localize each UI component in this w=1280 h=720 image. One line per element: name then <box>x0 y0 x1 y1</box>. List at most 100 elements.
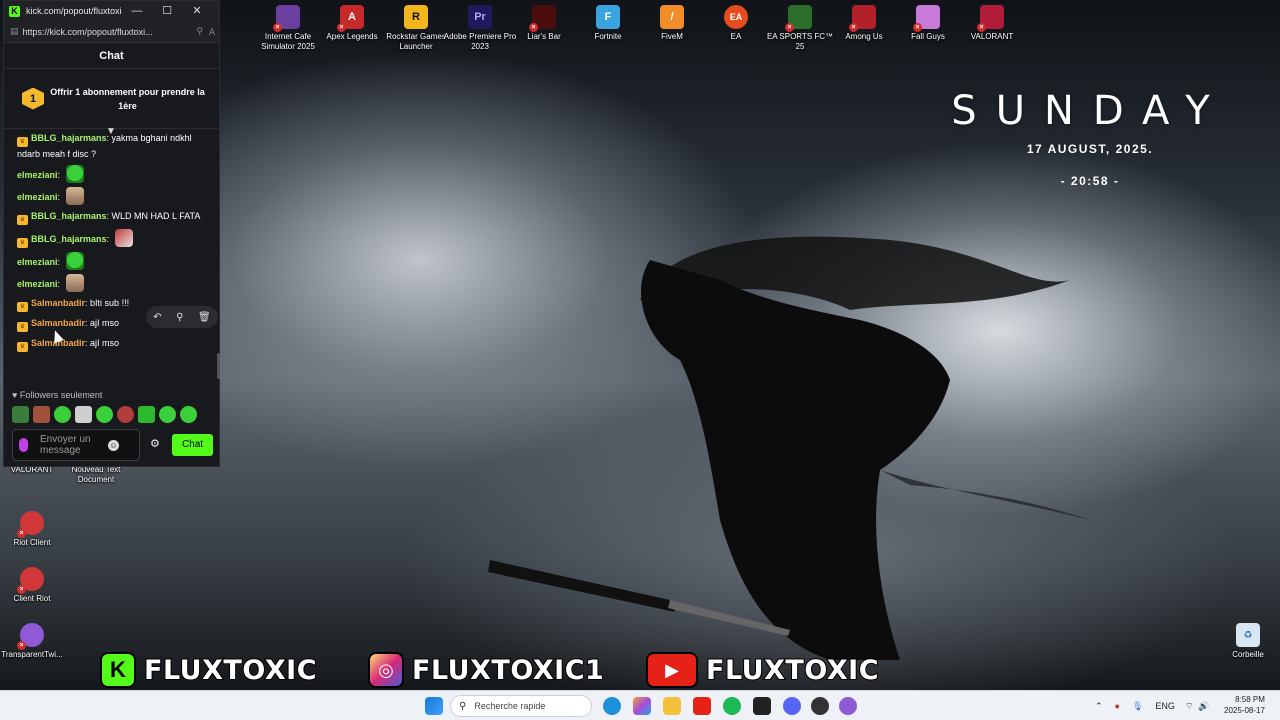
tray-mic-icon[interactable]: 🎙 <box>1132 701 1143 712</box>
tray-app-icon[interactable]: ● <box>1115 701 1120 711</box>
chat-message[interactable]: ♛ BBLG_hajarmans: <box>17 229 202 248</box>
desktop-icon-recycle-bin[interactable]: ♻ Corbeille <box>1211 623 1280 660</box>
address-bar[interactable]: ▤ https://kick.com/popout/fluxtoxi... ⚲ … <box>4 21 219 43</box>
desktop-icon-text-document[interactable]: Nouveau Text Document <box>59 465 133 485</box>
chat-username[interactable]: Salmanbadir <box>31 318 85 328</box>
chat-text: ajI mso <box>90 338 120 348</box>
desktop-icon-transparent-twitch[interactable]: × TransparentTwi... <box>0 623 69 660</box>
file-explorer-icon[interactable] <box>663 697 681 715</box>
chat-username[interactable]: elmeziani <box>17 170 58 180</box>
clock-time: - 20:58 - <box>1060 174 1120 188</box>
windows-start-icon[interactable] <box>425 697 443 715</box>
send-chat-button[interactable]: Chat <box>172 434 213 456</box>
gift-sub-banner[interactable]: 1 Offrir 1 abonnement pour prendre la 1è… <box>4 69 219 137</box>
desktop-icon-premiere[interactable]: Pr Adobe Premiere Pro 2023 <box>443 5 517 52</box>
desktop-icon-among-us[interactable]: × Among Us <box>827 5 901 42</box>
red-emote-icon <box>114 229 133 247</box>
youtube-taskbar-icon[interactable] <box>693 697 711 715</box>
crown-icon: ♛ <box>17 342 28 352</box>
zoom-icon[interactable]: ⚲ <box>196 26 203 37</box>
desktop-icon-fall-guys[interactable]: × Fall Guys <box>891 5 965 42</box>
spotify-icon[interactable] <box>723 697 741 715</box>
chat-text: ajI mso <box>90 318 120 328</box>
internet-cafe-icon: × <box>273 5 300 32</box>
chat-message[interactable]: elmeziani: <box>17 187 202 205</box>
instagram-logo-icon: ◎ <box>368 652 404 688</box>
maximize-button[interactable]: ☐ <box>152 1 182 21</box>
crown-icon: ♛ <box>17 302 28 312</box>
quick-emote-icon[interactable] <box>75 406 92 423</box>
ea-icon: EA <box>724 5 748 29</box>
window-titlebar: K kick.com/popout/fluxtoxic/... — ☐ ✕ <box>4 1 219 21</box>
taskbar-search-box[interactable]: ⚲ Recherche rapide <box>450 695 592 717</box>
chat-username[interactable]: elmeziani <box>17 192 58 202</box>
undo-icon[interactable]: ↶ <box>153 312 161 323</box>
desktop-icon-valorant-top[interactable]: × VALORANT <box>955 5 1029 42</box>
taskbar-clock[interactable]: 8:58 PM 2025-08-17 <box>1224 694 1265 716</box>
chat-username[interactable]: BBLG_hajarmans <box>31 234 107 244</box>
site-info-icon[interactable]: ▤ <box>10 26 19 37</box>
desktop-icon-liars-bar[interactable]: × Liar's Bar <box>507 5 581 42</box>
desktop-icon-apex[interactable]: A × Apex Legends <box>315 5 389 42</box>
quick-emote-icon[interactable] <box>117 406 134 423</box>
discord-icon[interactable] <box>783 697 801 715</box>
desktop-icon-ea[interactable]: EA EA <box>699 5 773 42</box>
client-riot-icon: × <box>17 567 44 594</box>
quick-emote-icon[interactable] <box>159 406 176 423</box>
quick-emote-icon[interactable] <box>180 406 197 423</box>
minimize-button[interactable]: — <box>122 1 152 21</box>
recycle-bin-icon: ♻ <box>1236 623 1260 647</box>
epic-games-icon[interactable] <box>753 697 771 715</box>
chat-message[interactable]: elmeziani: <box>17 274 202 292</box>
edge-browser-icon[interactable] <box>603 697 621 715</box>
desktop-icon-ea-fc25[interactable]: × EA SPORTS FC™ 25 <box>763 5 837 52</box>
read-aloud-icon[interactable]: A <box>209 27 215 37</box>
chat-username[interactable]: elmeziani <box>17 279 58 289</box>
volume-icon[interactable]: 🔊 <box>1198 701 1209 712</box>
chat-message[interactable]: elmeziani: <box>17 252 202 270</box>
tray-overflow-icon[interactable]: ⌃ <box>1095 701 1103 712</box>
social-youtube: ▶ FLUXTOXIC <box>646 650 880 690</box>
emoji-picker-icon[interactable]: ☺ <box>108 439 119 451</box>
chat-message[interactable]: ♛ BBLG_hajarmans: yakma bghani ndkhl ndar… <box>17 131 202 161</box>
chat-message[interactable]: ♛ BBLG_hajarmans: WLD MN HAD L FATA <box>17 209 202 225</box>
quick-emote-row <box>12 406 197 423</box>
riot-client-icon: × <box>17 511 44 538</box>
desktop-icon-riot-client[interactable]: × Riot Client <box>0 511 69 548</box>
copilot-icon[interactable] <box>633 697 651 715</box>
chat-scrollbar[interactable] <box>217 353 220 379</box>
chat-message-list: ♛ BBLG_hajarmans: yakma bghani ndkhl ndar… <box>4 131 219 381</box>
chat-message[interactable]: ♛ Salmanbadir: ajI mso <box>17 336 202 352</box>
chat-username[interactable]: elmeziani <box>17 257 58 267</box>
quick-emote-icon[interactable] <box>138 406 155 423</box>
chat-username[interactable]: BBLG_hajarmans <box>31 211 107 221</box>
desktop-icon-rockstar[interactable]: R Rockstar Games Launcher <box>379 5 453 52</box>
quick-emote-icon[interactable] <box>12 406 29 423</box>
chat-message[interactable]: elmeziani: <box>17 165 202 183</box>
chat-username[interactable]: BBLG_hajarmans <box>31 133 107 143</box>
chat-username[interactable]: Salmanbadir <box>31 298 85 308</box>
quick-emote-icon[interactable] <box>33 406 50 423</box>
pin-icon[interactable]: ⚲ <box>176 312 183 323</box>
quick-emote-icon[interactable] <box>96 406 113 423</box>
desktop-icon-fivem[interactable]: / FiveM <box>635 5 709 42</box>
language-indicator[interactable]: ENG <box>1155 701 1175 711</box>
crown-icon: ♛ <box>17 137 28 147</box>
heart-icon: ♥ <box>12 390 20 400</box>
quick-emote-icon[interactable] <box>54 406 71 423</box>
microphone-icon[interactable] <box>19 438 28 452</box>
valorant-icon: × <box>977 5 1004 32</box>
twitch-taskbar-icon[interactable] <box>839 697 857 715</box>
chat-message-input[interactable]: Envoyer un message ☺ <box>12 429 140 461</box>
chat-settings-gear-icon[interactable]: ⚙ <box>150 437 160 450</box>
network-icon[interactable]: ⌔ <box>1185 701 1193 712</box>
green-emote-icon <box>65 165 84 183</box>
green-emote-icon <box>65 252 84 270</box>
close-button[interactable]: ✕ <box>182 1 212 21</box>
obs-icon[interactable] <box>811 697 829 715</box>
delete-icon[interactable]: 🗑 <box>198 312 211 323</box>
desktop-icon-client-riot[interactable]: × Client Riot <box>0 567 69 604</box>
crown-icon: ♛ <box>17 322 28 332</box>
desktop-icon-fortnite[interactable]: F Fortnite <box>571 5 645 42</box>
desktop-icon-internet-cafe[interactable]: × Internet Cafe Simulator 2025 <box>251 5 325 52</box>
